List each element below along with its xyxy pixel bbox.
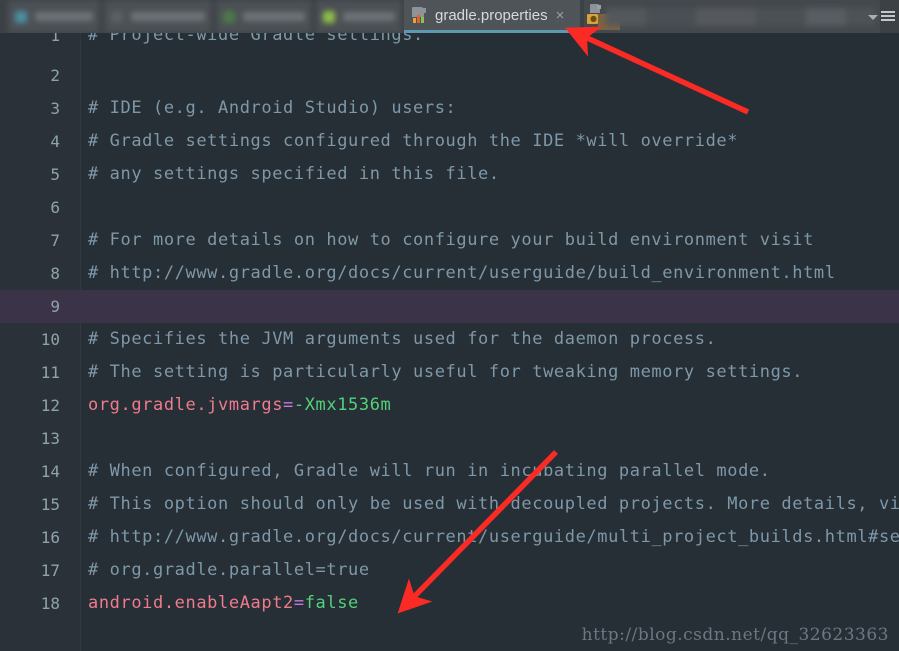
code-editor[interactable]: 1 # Project-wide Gradle settings. 2 3 # IDE … xyxy=(0,33,899,651)
tab-blurred-3[interactable] xyxy=(216,0,312,33)
hamburger-icon[interactable] xyxy=(881,11,895,23)
line-number: 9 xyxy=(50,297,60,316)
property-equals: = xyxy=(283,395,294,415)
close-icon[interactable]: × xyxy=(556,8,565,23)
tab-icon xyxy=(323,10,335,23)
line-text: # Project-wide Gradle settings. xyxy=(88,33,424,45)
gradle-icon xyxy=(412,7,429,23)
line-number: 5 xyxy=(50,165,60,184)
code-line[interactable]: 7 # For more details on how to configure … xyxy=(0,224,899,257)
code-line[interactable]: 2 xyxy=(0,59,899,92)
code-line[interactable]: 14 # When configured, Gradle will run in … xyxy=(0,455,899,488)
line-number: 10 xyxy=(40,330,60,349)
current-line-highlight xyxy=(0,290,899,323)
code-lines: 1 # Project-wide Gradle settings. 2 3 # IDE … xyxy=(0,33,899,620)
code-line[interactable]: 5 # any settings specified in this file. xyxy=(0,158,899,191)
line-number: 2 xyxy=(50,66,60,85)
line-text: # any settings specified in this file. xyxy=(88,164,500,184)
line-text: # http://www.gradle.org/docs/current/use… xyxy=(88,527,899,547)
line-text: # http://www.gradle.org/docs/current/use… xyxy=(88,263,836,283)
line-number: 12 xyxy=(40,396,60,415)
code-line[interactable]: 4 # Gradle settings configured through th… xyxy=(0,125,899,158)
code-line[interactable]: 17 # org.gradle.parallel=true xyxy=(0,554,899,587)
code-line[interactable]: 9 xyxy=(0,290,899,323)
line-text: # The setting is particularly useful for… xyxy=(88,362,804,382)
tab-list-menu-button[interactable] xyxy=(865,8,895,26)
locked-file-icon: ● xyxy=(586,4,620,30)
line-text: android.enableAapt2=false xyxy=(88,587,359,620)
code-line[interactable]: 10 # Specifies the JVM arguments used for… xyxy=(0,323,899,356)
code-line[interactable]: 11 # The setting is particularly useful f… xyxy=(0,356,899,389)
tab-icon xyxy=(223,10,235,23)
line-number: 15 xyxy=(40,495,60,514)
line-number: 16 xyxy=(40,528,60,547)
line-number: 13 xyxy=(40,429,60,448)
tab-label-blurred xyxy=(35,12,93,21)
tab-icon xyxy=(15,10,27,23)
property-key: android.enableAapt2 xyxy=(88,593,294,613)
line-text: # For more details on how to configure y… xyxy=(88,230,814,250)
watermark-url: http://blog.csdn.net/qq_32623363 xyxy=(581,625,889,645)
line-text: # This option should only be used with d… xyxy=(88,494,899,514)
editor-tab-bar: gradle.properties × ● xyxy=(0,0,899,34)
tab-blurred-1[interactable] xyxy=(8,0,100,33)
property-equals: = xyxy=(293,593,305,613)
code-line[interactable]: 1 # Project-wide Gradle settings. xyxy=(0,33,899,59)
code-line[interactable]: 6 xyxy=(0,191,899,224)
tab-blurred-2[interactable] xyxy=(104,0,212,33)
chevron-down-icon[interactable] xyxy=(868,14,878,20)
line-number: 18 xyxy=(40,594,60,613)
tab-label-blurred xyxy=(343,12,395,21)
line-text: # Specifies the JVM arguments used for t… xyxy=(88,329,717,349)
tab-icon xyxy=(111,10,123,23)
property-key: org.gradle.jvmargs xyxy=(88,395,284,415)
line-number: 7 xyxy=(50,231,60,250)
line-text: # Gradle settings configured through the… xyxy=(88,131,739,151)
code-line[interactable]: 12 org.gradle.jvmargs=-Xmx1536m xyxy=(0,389,899,422)
tab-label-blurred xyxy=(131,12,205,21)
code-line[interactable]: 8 # http://www.gradle.org/docs/current/us… xyxy=(0,257,899,290)
line-number: 17 xyxy=(40,561,60,580)
line-text: # IDE (e.g. Android Studio) users: xyxy=(88,98,457,118)
line-number: 4 xyxy=(50,132,60,151)
line-text: # org.gradle.parallel=true xyxy=(88,560,370,580)
line-number: 14 xyxy=(40,462,60,481)
tab-blurred-4[interactable] xyxy=(316,0,402,33)
line-text: # When configured, Gradle will run in in… xyxy=(88,461,771,481)
tab-label: gradle.properties xyxy=(435,6,548,24)
line-number: 3 xyxy=(50,99,60,118)
code-line[interactable]: 16 # http://www.gradle.org/docs/current/u… xyxy=(0,521,899,554)
tab-gradle-properties[interactable]: gradle.properties × xyxy=(404,0,580,33)
property-value: false xyxy=(304,593,359,613)
line-number: 8 xyxy=(50,264,60,283)
code-line[interactable]: 18 android.enableAapt2=false xyxy=(0,587,899,620)
line-number: 11 xyxy=(40,363,60,382)
line-number: 1 xyxy=(50,33,60,45)
line-text: org.gradle.jvmargs=-Xmx1536m xyxy=(88,389,391,422)
property-value: -Xmx1536m xyxy=(293,395,392,415)
tab-label-blurred xyxy=(606,8,876,26)
code-line[interactable]: 13 xyxy=(0,422,899,455)
line-number: 6 xyxy=(50,198,60,217)
tab-blurred-right[interactable]: ● xyxy=(584,0,880,33)
tab-label-blurred xyxy=(243,12,305,21)
code-line[interactable]: 3 # IDE (e.g. Android Studio) users: xyxy=(0,92,899,125)
code-line[interactable]: 15 # This option should only be used with… xyxy=(0,488,899,521)
